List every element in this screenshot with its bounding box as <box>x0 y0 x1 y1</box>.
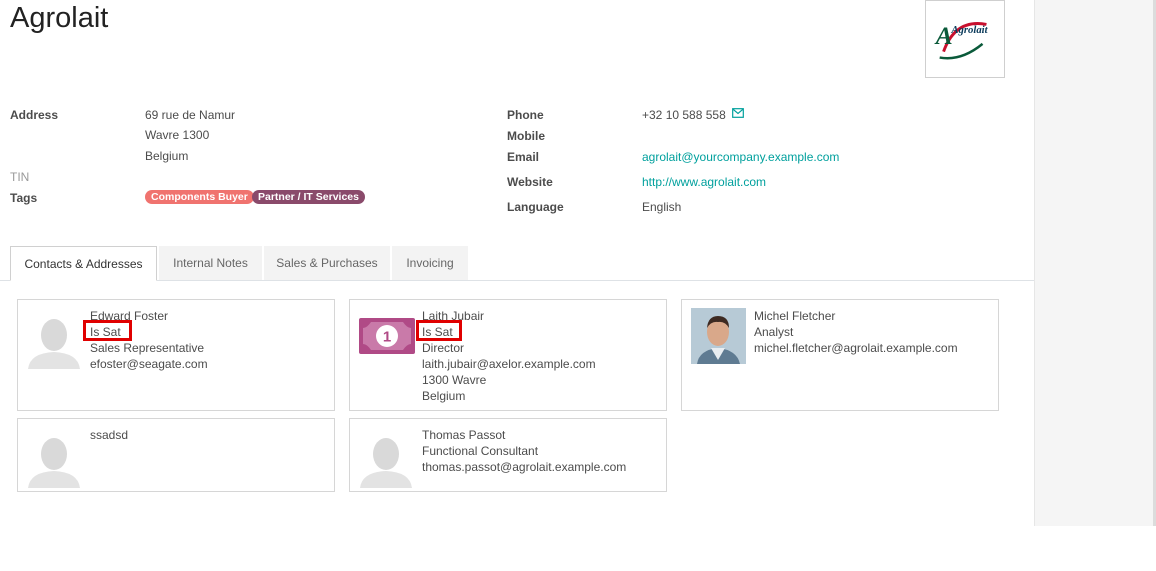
contact-email: efoster@seagate.com <box>90 357 208 371</box>
page-title: Agrolait <box>10 2 109 34</box>
phone-value[interactable]: +32 10 588 558 <box>642 108 726 122</box>
address-street[interactable]: 69 rue de Namur <box>145 108 235 122</box>
tags-label: Tags <box>10 191 38 205</box>
contact-card-laith-jubair[interactable]: 1 Laith Jubair Is Sat Director laith.jub… <box>349 299 667 411</box>
default-avatar-icon <box>28 319 80 369</box>
tag-components-buyer[interactable]: Components Buyer <box>145 190 254 204</box>
contact-email: thomas.passot@agrolait.example.com <box>422 460 627 474</box>
address-label: Address <box>10 108 59 122</box>
contact-city: 1300 Wavre <box>422 373 487 387</box>
address-city-zip[interactable]: Wavre 1300 <box>145 128 209 142</box>
contact-function: Director <box>422 341 465 355</box>
contact-card-michel-fletcher[interactable]: Michel Fletcher Analyst michel.fletcher@… <box>681 299 999 411</box>
website-label: Website <box>507 175 553 189</box>
language-value[interactable]: English <box>642 200 681 214</box>
mobile-label: Mobile <box>507 129 545 143</box>
email-link[interactable]: agrolait@yourcompany.example.com <box>642 150 839 164</box>
logo-image: A Agrolait <box>934 22 989 60</box>
tab-sales-purchases[interactable]: Sales & Purchases <box>264 246 390 280</box>
email-label: Email <box>507 150 540 164</box>
default-avatar-icon <box>28 438 80 488</box>
tab-invoicing[interactable]: Invoicing <box>392 246 468 280</box>
banknote-icon: 1 <box>359 318 415 354</box>
tab-internal-notes[interactable]: Internal Notes <box>159 246 262 280</box>
contact-card-ssadsd[interactable]: ssadsd <box>17 418 335 492</box>
highlight-box <box>83 320 132 341</box>
tab-contacts-addresses[interactable]: Contacts & Addresses <box>10 246 157 281</box>
website-link[interactable]: http://www.agrolait.com <box>642 175 766 189</box>
contact-email: laith.jubair@axelor.example.com <box>422 357 596 371</box>
contact-function: Analyst <box>754 325 794 339</box>
contact-function: Functional Consultant <box>422 444 539 458</box>
envelope-icon[interactable] <box>732 108 744 118</box>
contact-name: ssadsd <box>90 428 129 442</box>
form-sheet: Agrolait A Agrolait Address 69 rue de Na… <box>0 0 1034 526</box>
tag-partner-it-services[interactable]: Partner / IT Services <box>252 190 365 204</box>
contact-card-thomas-passot[interactable]: Thomas Passot Functional Consultant thom… <box>349 418 667 492</box>
chatter-panel <box>1034 0 1156 526</box>
contact-name: Thomas Passot <box>422 428 506 442</box>
contact-function: Sales Representative <box>90 341 205 355</box>
svg-text:A: A <box>934 22 953 50</box>
contact-card-edward-foster[interactable]: Edward Foster Is Sat Sales Representativ… <box>17 299 335 411</box>
contact-country: Belgium <box>422 389 466 403</box>
language-label: Language <box>507 200 564 214</box>
contact-name: Michel Fletcher <box>754 309 836 323</box>
company-logo[interactable]: A Agrolait <box>925 0 1005 78</box>
contact-email: michel.fletcher@agrolait.example.com <box>754 341 958 355</box>
tin-label: TIN <box>10 170 30 184</box>
address-country[interactable]: Belgium <box>145 149 188 163</box>
contact-photo <box>691 308 746 364</box>
highlight-box <box>416 320 462 341</box>
phone-label: Phone <box>507 108 544 122</box>
svg-text:1: 1 <box>383 329 391 346</box>
logo-wordmark: Agrolait <box>950 24 988 36</box>
default-avatar-icon <box>360 438 412 488</box>
